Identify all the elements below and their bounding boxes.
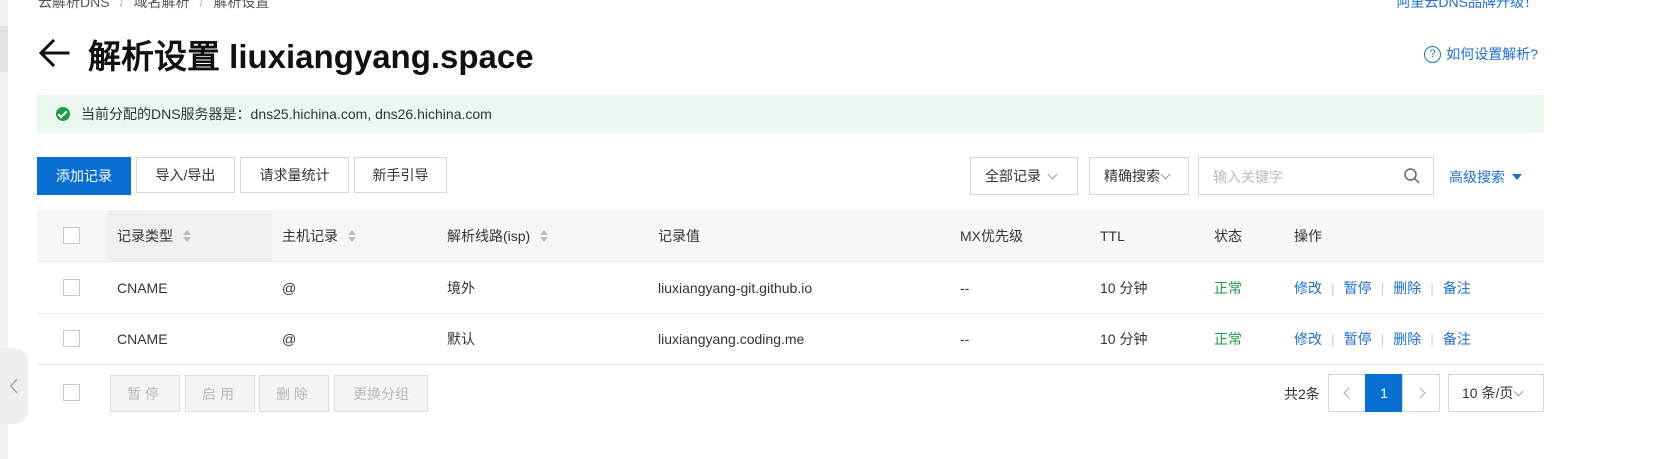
record-filter-value: 全部记录 bbox=[985, 168, 1041, 184]
bulk-enable-button[interactable]: 启用 bbox=[185, 375, 255, 412]
select-all-checkbox[interactable] bbox=[63, 227, 80, 244]
bulk-delete-button[interactable]: 删除 bbox=[259, 375, 329, 412]
advanced-search-label: 高级搜索 bbox=[1449, 169, 1505, 185]
header-record-type-label: 记录类型 bbox=[117, 227, 173, 244]
table-row: CNAME @ 境外 liuxiangyang-git.github.io --… bbox=[37, 261, 1544, 314]
delete-link[interactable]: 删除 bbox=[1393, 329, 1421, 349]
page-size-select[interactable]: 10 条/页 bbox=[1448, 374, 1544, 412]
chevron-down-icon bbox=[1160, 169, 1171, 179]
cell-ttl: 10 分钟 bbox=[1100, 330, 1148, 347]
help-link-label: 如何设置解析? bbox=[1446, 46, 1538, 62]
page-number-current[interactable]: 1 bbox=[1365, 374, 1403, 412]
sort-icon[interactable] bbox=[540, 229, 549, 242]
dns-server-banner: 当前分配的DNS服务器是：dns25.hichina.com, dns26.hi… bbox=[37, 95, 1544, 133]
sidebar-collapse-toggle[interactable] bbox=[0, 348, 28, 424]
dns-server-text: 当前分配的DNS服务器是：dns25.hichina.com, dns26.hi… bbox=[81, 106, 492, 122]
search-input[interactable] bbox=[1211, 166, 1395, 188]
chevron-left-icon bbox=[1342, 387, 1355, 399]
help-link[interactable]: ? 如何设置解析? bbox=[1424, 44, 1538, 64]
change-group-button[interactable]: 更换分组 bbox=[334, 375, 428, 412]
total-count: 共2条 bbox=[1284, 386, 1320, 402]
cell-line: 境外 bbox=[447, 279, 475, 296]
chevron-down-icon bbox=[1047, 169, 1058, 179]
breadcrumb-item: 解析设置 bbox=[213, 0, 270, 10]
beginner-guide-button[interactable]: 新手引导 bbox=[354, 157, 447, 193]
table-header: 记录类型 主机记录 解析线路(isp) 记录值 MX优先级 TTL 状态 操作 bbox=[37, 210, 1544, 261]
cell-type: CNAME bbox=[117, 330, 168, 347]
remark-link[interactable]: 备注 bbox=[1443, 278, 1471, 298]
cell-value: liuxiangyang.coding.me bbox=[658, 330, 805, 347]
sort-icon[interactable] bbox=[348, 229, 356, 242]
brand-upgrade-link[interactable]: 阿里云DNS品牌升级！ bbox=[1396, 0, 1538, 12]
delete-link[interactable]: 删除 bbox=[1393, 278, 1421, 298]
cell-status: 正常 bbox=[1214, 279, 1242, 296]
success-check-icon bbox=[56, 107, 70, 121]
cell-ttl: 10 分钟 bbox=[1100, 279, 1148, 296]
pause-link[interactable]: 暂停 bbox=[1344, 329, 1372, 349]
header-ttl: TTL bbox=[1100, 227, 1125, 244]
header-mx: MX优先级 bbox=[960, 227, 1023, 244]
add-record-button[interactable]: 添加记录 bbox=[37, 157, 131, 195]
search-box bbox=[1198, 157, 1434, 195]
page-title: 解析设置 liuxiangyang.space bbox=[88, 38, 534, 75]
cell-mx: -- bbox=[960, 279, 970, 296]
header-value: 记录值 bbox=[658, 227, 700, 244]
breadcrumb-separator: / bbox=[119, 0, 124, 10]
header-status: 状态 bbox=[1214, 227, 1242, 244]
breadcrumb: 云解析DNS / 域名解析 / 解析设置 bbox=[38, 0, 269, 12]
ops-separator: | bbox=[1430, 330, 1434, 347]
row-checkbox[interactable] bbox=[63, 279, 80, 296]
back-arrow-icon[interactable] bbox=[38, 36, 70, 70]
chevron-right-icon bbox=[1413, 387, 1426, 399]
ops-separator: | bbox=[1380, 330, 1385, 347]
next-page-button[interactable] bbox=[1402, 374, 1440, 412]
ops-separator: | bbox=[1331, 279, 1335, 296]
record-filter-select[interactable]: 全部记录 bbox=[970, 157, 1078, 195]
breadcrumb-item[interactable]: 云解析DNS bbox=[38, 0, 110, 10]
cell-host: @ bbox=[282, 279, 297, 296]
remark-link[interactable]: 备注 bbox=[1443, 329, 1471, 349]
header-line-label: 解析线路(isp) bbox=[447, 227, 531, 244]
cell-host: @ bbox=[282, 330, 297, 347]
search-mode-value: 精确搜索 bbox=[1104, 168, 1160, 184]
import-export-button[interactable]: 导入/导出 bbox=[136, 157, 235, 193]
cell-type: CNAME bbox=[117, 279, 168, 296]
bulk-pause-button[interactable]: 暂停 bbox=[110, 375, 180, 412]
header-host-label: 主机记录 bbox=[282, 227, 338, 244]
footer-select-all-checkbox[interactable] bbox=[63, 384, 80, 401]
header-ops: 操作 bbox=[1294, 227, 1322, 244]
header-record-type[interactable]: 记录类型 bbox=[117, 210, 191, 261]
cell-ops: 修改 | 暂停 | 删除 | 备注 bbox=[1294, 313, 1471, 364]
page-size-value: 10 条/页 bbox=[1462, 385, 1514, 401]
cell-status: 正常 bbox=[1214, 330, 1242, 347]
search-mode-select[interactable]: 精确搜索 bbox=[1089, 157, 1189, 195]
advanced-search-toggle[interactable]: 高级搜索 bbox=[1449, 167, 1522, 187]
cell-mx: -- bbox=[960, 330, 970, 347]
cell-line: 默认 bbox=[447, 330, 475, 347]
question-icon: ? bbox=[1424, 45, 1442, 63]
table-row: CNAME @ 默认 liuxiangyang.coding.me -- 10 … bbox=[37, 313, 1544, 365]
header-host[interactable]: 主机记录 bbox=[282, 210, 356, 261]
search-icon[interactable] bbox=[1403, 167, 1421, 185]
ops-separator: | bbox=[1331, 330, 1335, 347]
breadcrumb-item[interactable]: 域名解析 bbox=[133, 0, 189, 10]
row-checkbox[interactable] bbox=[63, 330, 80, 347]
ops-separator: | bbox=[1380, 279, 1385, 296]
left-edge-marker bbox=[0, 26, 8, 72]
cell-value: liuxiangyang-git.github.io bbox=[658, 279, 813, 296]
edit-link[interactable]: 修改 bbox=[1294, 278, 1322, 298]
caret-down-icon bbox=[1512, 174, 1522, 180]
edit-link[interactable]: 修改 bbox=[1294, 329, 1322, 349]
pause-link[interactable]: 暂停 bbox=[1344, 278, 1372, 298]
header-line[interactable]: 解析线路(isp) bbox=[447, 210, 549, 261]
sort-icon[interactable] bbox=[183, 229, 191, 242]
chevron-left-icon bbox=[10, 378, 18, 394]
chevron-down-icon bbox=[1513, 386, 1524, 396]
cell-ops: 修改 | 暂停 | 删除 | 备注 bbox=[1294, 262, 1471, 313]
prev-page-button[interactable] bbox=[1328, 374, 1366, 412]
request-stats-button[interactable]: 请求量统计 bbox=[240, 157, 349, 193]
ops-separator: | bbox=[1430, 279, 1434, 296]
breadcrumb-separator: / bbox=[199, 0, 204, 10]
